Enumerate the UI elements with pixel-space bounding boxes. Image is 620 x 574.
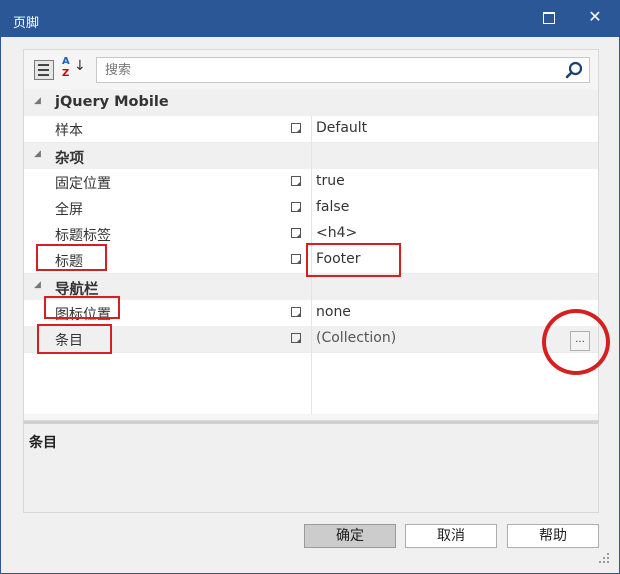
close-icon: ✕ bbox=[588, 7, 602, 26]
property-edit-icon bbox=[291, 202, 301, 212]
alphabetical-sort-button[interactable]: A Z ↓ bbox=[62, 56, 86, 82]
categorized-view-button[interactable] bbox=[34, 60, 54, 80]
category-label: jQuery Mobile bbox=[55, 94, 169, 110]
collapse-icon[interactable]: ◢ bbox=[34, 96, 41, 106]
description-title: 条目 bbox=[29, 435, 57, 451]
window-title: 页脚 bbox=[13, 16, 40, 31]
highlight-circle-ellipsis bbox=[542, 309, 610, 375]
property-toolbar: A Z ↓ bbox=[24, 50, 598, 90]
property-edit-icon bbox=[291, 254, 301, 264]
resize-grip-icon[interactable] bbox=[599, 553, 609, 563]
property-name: 全屏 bbox=[55, 202, 83, 218]
property-edit-icon bbox=[291, 333, 301, 343]
maximize-button[interactable] bbox=[531, 4, 567, 30]
property-value[interactable]: true bbox=[316, 173, 345, 189]
dialog-window: 页脚 ✕ A Z ↓ ◢ j bbox=[0, 0, 620, 574]
search-icon[interactable] bbox=[565, 61, 583, 79]
property-grid: A Z ↓ ◢ jQuery Mobile 样本 Default bbox=[23, 49, 599, 421]
property-value[interactable]: Default bbox=[316, 120, 367, 136]
close-button[interactable]: ✕ bbox=[577, 4, 613, 30]
property-edit-icon bbox=[291, 176, 301, 186]
property-name: 标题标签 bbox=[55, 228, 111, 244]
property-edit-icon bbox=[291, 228, 301, 238]
description-panel: 条目 bbox=[23, 421, 599, 513]
property-name: 样本 bbox=[55, 123, 83, 139]
search-input[interactable] bbox=[105, 61, 545, 79]
sort-a-icon: A bbox=[62, 56, 70, 67]
highlight-box-items bbox=[37, 324, 112, 354]
title-bar[interactable]: 页脚 ✕ bbox=[1, 1, 619, 37]
help-button[interactable]: 帮助 bbox=[507, 524, 599, 548]
property-name: 固定位置 bbox=[55, 176, 111, 192]
cancel-button[interactable]: 取消 bbox=[405, 524, 497, 548]
collapse-icon[interactable]: ◢ bbox=[34, 280, 41, 290]
sort-z-icon: Z bbox=[62, 68, 70, 79]
ok-button[interactable]: 确定 bbox=[304, 524, 396, 548]
property-value[interactable]: false bbox=[316, 199, 349, 215]
property-value[interactable]: (Collection) bbox=[316, 330, 396, 346]
property-edit-icon bbox=[291, 307, 301, 317]
grid-bottom-border bbox=[24, 414, 598, 420]
sort-arrow-icon: ↓ bbox=[74, 58, 86, 74]
search-box bbox=[96, 57, 590, 83]
property-value[interactable]: <h4> bbox=[316, 225, 357, 241]
highlight-box-footer-value bbox=[306, 243, 401, 277]
category-label: 杂项 bbox=[55, 151, 84, 167]
property-value[interactable]: none bbox=[316, 304, 351, 320]
highlight-box-title bbox=[36, 244, 107, 271]
property-edit-icon bbox=[291, 123, 301, 133]
collapse-icon[interactable]: ◢ bbox=[34, 149, 41, 159]
maximize-icon bbox=[543, 11, 555, 24]
highlight-box-icon-position bbox=[44, 296, 120, 319]
category-jquery-mobile[interactable]: ◢ jQuery Mobile bbox=[24, 90, 598, 116]
